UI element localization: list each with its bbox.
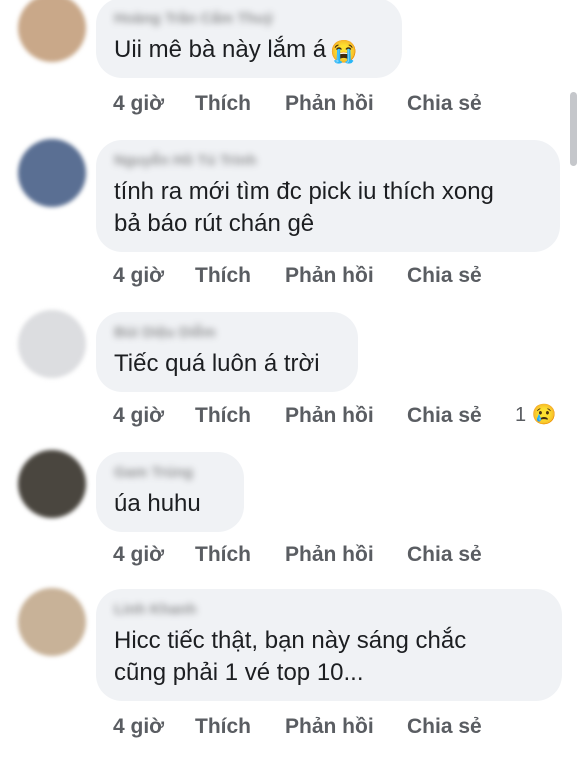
- comment-text: Tiếc quá luôn á trời: [114, 348, 340, 380]
- comment-text: Uii mê bà này lắm á 😭: [114, 34, 384, 68]
- comment-text: úa huhu: [114, 488, 226, 520]
- comment-text-line: tính ra mới tìm đc pick iu thích xong: [114, 178, 494, 205]
- comment-bubble: Nguyễn Hồ Tú Trinh tính ra mới tìm đc pi…: [96, 140, 560, 252]
- avatar[interactable]: [18, 0, 86, 62]
- sad-face-reaction-icon: 😢: [531, 404, 557, 426]
- comment-author[interactable]: Bùi Diệu Diễm: [114, 324, 340, 342]
- share-button[interactable]: Chia sẻ: [407, 543, 482, 567]
- comment-time[interactable]: 4 giờ: [113, 264, 164, 288]
- comment-thread: Hoàng Trần Cẩm Thuỷ Uii mê bà này lắm á 😭…: [0, 0, 580, 760]
- comment-time[interactable]: 4 giờ: [113, 404, 164, 428]
- comment-text: tính ra mới tìm đc pick iu thích xong bả…: [114, 176, 542, 240]
- reaction-summary[interactable]: 1 😢: [515, 402, 557, 427]
- crying-face-emoji-icon: 😭: [330, 39, 358, 64]
- comment-bubble: Hoàng Trần Cẩm Thuỷ Uii mê bà này lắm á 😭: [96, 0, 402, 78]
- scrollbar[interactable]: [570, 92, 577, 166]
- avatar[interactable]: [18, 139, 86, 207]
- comment-author[interactable]: Linh Khanh: [114, 601, 544, 619]
- comment-text-line: Hicc tiếc thật, bạn này sáng chắc: [114, 627, 467, 654]
- comment-text: Hicc tiếc thật, bạn này sáng chắc cũng p…: [114, 625, 544, 689]
- reply-button[interactable]: Phản hồi: [285, 92, 374, 116]
- avatar[interactable]: [18, 310, 86, 378]
- comment-text-line: cũng phải 1 vé top 10...: [114, 659, 364, 686]
- like-button[interactable]: Thích: [195, 404, 251, 428]
- reply-button[interactable]: Phản hồi: [285, 715, 374, 739]
- comment-time[interactable]: 4 giờ: [113, 92, 164, 116]
- comment-text-line: Uii mê bà này lắm á: [114, 36, 327, 63]
- share-button[interactable]: Chia sẻ: [407, 404, 482, 428]
- comment-author[interactable]: Gam Trúng: [114, 464, 226, 482]
- reply-button[interactable]: Phản hồi: [285, 404, 374, 428]
- comment-bubble: Gam Trúng úa huhu: [96, 452, 244, 532]
- reply-button[interactable]: Phản hồi: [285, 264, 374, 288]
- avatar[interactable]: [18, 588, 86, 656]
- comment-bubble: Linh Khanh Hicc tiếc thật, bạn này sáng …: [96, 589, 562, 701]
- share-button[interactable]: Chia sẻ: [407, 92, 482, 116]
- share-button[interactable]: Chia sẻ: [407, 264, 482, 288]
- comment-author[interactable]: Hoàng Trần Cẩm Thuỷ: [114, 10, 384, 28]
- like-button[interactable]: Thích: [195, 264, 251, 288]
- comment-time[interactable]: 4 giờ: [113, 543, 164, 567]
- like-button[interactable]: Thích: [195, 715, 251, 739]
- reply-button[interactable]: Phản hồi: [285, 543, 374, 567]
- like-button[interactable]: Thích: [195, 92, 251, 116]
- comment-text-line: Tiếc quá luôn á trời: [114, 350, 320, 377]
- comment-text-line: úa huhu: [114, 490, 201, 517]
- like-button[interactable]: Thích: [195, 543, 251, 567]
- share-button[interactable]: Chia sẻ: [407, 715, 482, 739]
- comment-author[interactable]: Nguyễn Hồ Tú Trinh: [114, 152, 542, 170]
- reaction-count: 1: [515, 404, 527, 426]
- comment-text-line: bả báo rút chán gê: [114, 210, 315, 237]
- comment-bubble: Bùi Diệu Diễm Tiếc quá luôn á trời: [96, 312, 358, 392]
- avatar[interactable]: [18, 450, 86, 518]
- comment-time[interactable]: 4 giờ: [113, 715, 164, 739]
